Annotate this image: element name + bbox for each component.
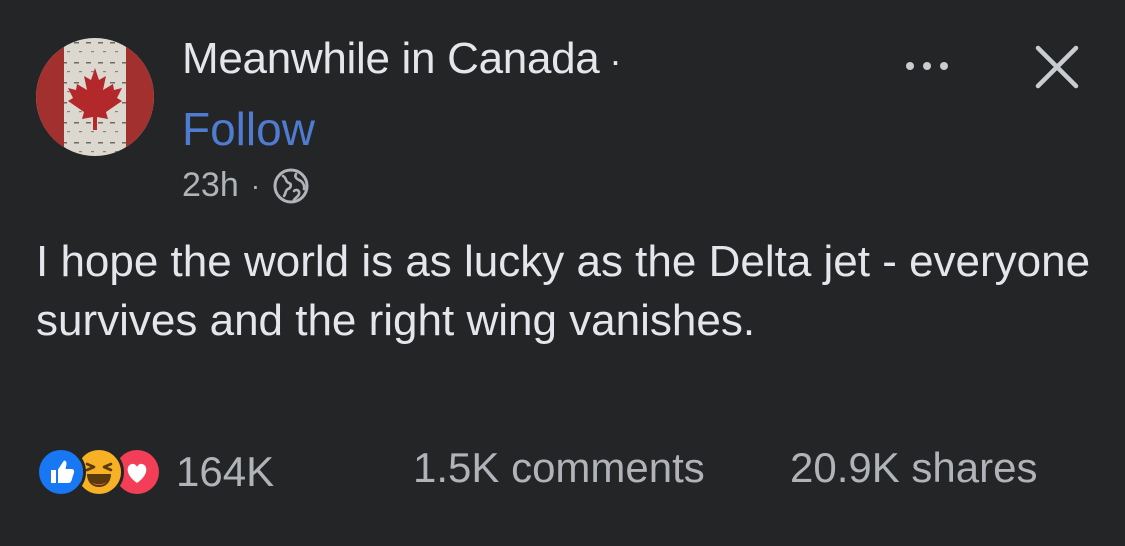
close-icon bbox=[1035, 45, 1079, 89]
reactions-summary[interactable]: 164K bbox=[36, 447, 274, 497]
comments-count[interactable]: 1.5K comments bbox=[413, 444, 705, 492]
facebook-post: Meanwhile in Canada · Follow 23h · I hope… bbox=[0, 0, 1125, 546]
post-timestamp[interactable]: 23h bbox=[182, 166, 239, 205]
globe-icon[interactable] bbox=[272, 167, 310, 205]
more-options-button[interactable] bbox=[895, 52, 959, 80]
more-horizontal-icon-dot bbox=[923, 62, 931, 70]
follow-button[interactable]: Follow bbox=[182, 102, 315, 156]
page-avatar[interactable] bbox=[36, 38, 154, 156]
shares-count[interactable]: 20.9K shares bbox=[790, 444, 1038, 492]
reaction-count[interactable]: 164K bbox=[176, 448, 274, 496]
like-icon bbox=[36, 447, 86, 497]
more-horizontal-icon bbox=[906, 62, 914, 70]
canada-flag-avatar-image bbox=[36, 38, 154, 156]
post-text: I hope the world is as lucky as the Delt… bbox=[36, 237, 1091, 345]
more-horizontal-icon-dot bbox=[940, 62, 948, 70]
name-separator: · bbox=[609, 40, 622, 81]
meta-separator: · bbox=[250, 169, 261, 201]
page-name-text[interactable]: Meanwhile in Canada bbox=[182, 34, 600, 83]
page-name[interactable]: Meanwhile in Canada · bbox=[182, 34, 621, 84]
close-button[interactable] bbox=[1032, 42, 1082, 92]
post-meta: 23h · bbox=[182, 166, 310, 205]
